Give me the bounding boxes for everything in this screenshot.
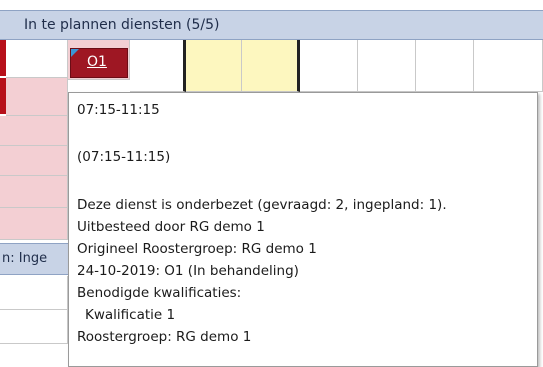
grid-cell[interactable]	[416, 40, 474, 92]
grid-cell[interactable]	[474, 40, 543, 92]
tooltip-date-status: 24-10-2019: O1 (In behandeling)	[77, 263, 299, 279]
grid-cell[interactable]	[0, 116, 68, 146]
grid-cell[interactable]	[130, 40, 186, 92]
tooltip-qualification-item: Kwalificatie 1	[85, 307, 176, 323]
corner-marker-icon	[71, 49, 79, 57]
service-tooltip: 07:15-11:15 (07:15-11:15) Deze dienst is…	[68, 92, 538, 367]
grid-cell-highlight[interactable]	[186, 40, 242, 92]
grid-cell[interactable]	[0, 176, 68, 208]
service-label: O1	[87, 54, 107, 70]
second-panel-header: n: Inge	[0, 243, 68, 275]
tooltip-roster-group: Roostergroep: RG demo 1	[77, 329, 252, 345]
tooltip-original-group: Origineel Roostergroep: RG demo 1	[77, 241, 317, 257]
grid-cell[interactable]	[0, 310, 68, 344]
panel-header: In te plannen diensten (5/5)	[0, 10, 543, 40]
panel-title: In te plannen diensten (5/5)	[24, 17, 220, 33]
grid-cell[interactable]	[300, 40, 358, 92]
tooltip-time-range-paren: (07:15-11:15)	[77, 149, 171, 165]
tooltip-understaffed: Deze dienst is onderbezet (gevraagd: 2, …	[77, 197, 447, 213]
grid-cell[interactable]	[0, 208, 68, 240]
grid-cell[interactable]	[0, 276, 68, 310]
grid-cell[interactable]	[6, 78, 68, 116]
grid-cell-highlight[interactable]	[242, 40, 300, 92]
service-cell-o1[interactable]: O1	[70, 48, 128, 78]
second-panel-title: n: Inge	[2, 251, 48, 266]
grid-cell[interactable]	[6, 40, 68, 78]
tooltip-outsourced: Uitbesteed door RG demo 1	[77, 219, 265, 235]
tooltip-time-range: 07:15-11:15	[77, 102, 160, 118]
tooltip-qualifications-label: Benodigde kwalificaties:	[77, 285, 242, 301]
grid-cell[interactable]	[0, 146, 68, 176]
grid-cell[interactable]	[358, 40, 416, 92]
second-panel-rows	[0, 276, 68, 367]
